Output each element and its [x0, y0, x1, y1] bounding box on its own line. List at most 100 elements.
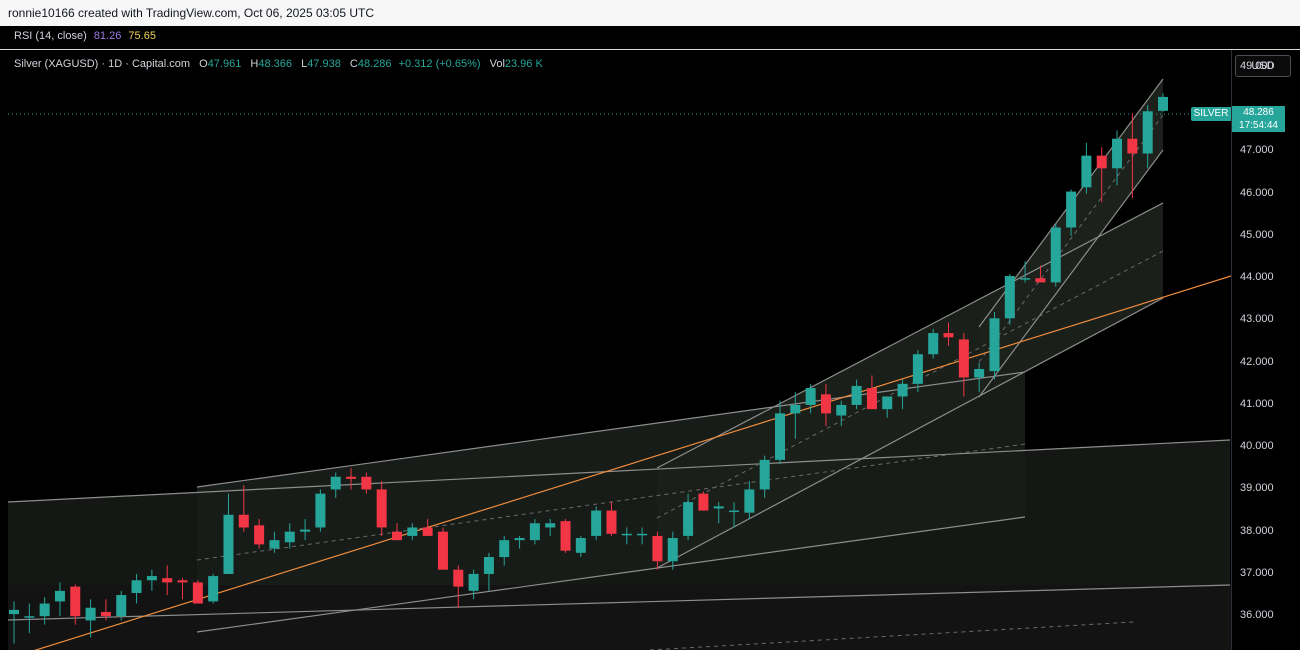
rsi-value: 81.26 — [93, 30, 122, 42]
candle-body — [529, 523, 540, 541]
candle-body — [575, 538, 586, 553]
volume-value: 23.96 K — [504, 58, 543, 70]
candle-body — [330, 476, 341, 490]
candle — [208, 573, 219, 604]
candle-body — [545, 523, 556, 528]
rsi-ma-value: 75.65 — [128, 30, 156, 42]
change-value: +0.312 (+0.65%) — [398, 58, 481, 70]
candle-body — [928, 333, 939, 355]
candle-body — [759, 459, 770, 490]
lower-band-fill — [8, 585, 1231, 650]
candle-body — [744, 489, 755, 513]
candle-body — [1066, 191, 1077, 228]
price-tick-label: 36.000 — [1240, 609, 1274, 622]
candle-body — [131, 580, 142, 593]
candle-body — [346, 476, 357, 479]
candle-body — [146, 576, 157, 581]
attribution-bar: ronnie10166 created with TradingView.com… — [0, 0, 1300, 26]
rsi-indicator-legend[interactable]: RSI (14, close) 81.26 75.65 — [14, 26, 156, 46]
candle-body — [376, 489, 387, 528]
price-tick-label: 37.000 — [1240, 566, 1274, 579]
last-price-label: 48.286 17:54:44 — [1232, 106, 1285, 132]
candle-body — [958, 339, 969, 378]
candle-body — [667, 538, 678, 562]
candle — [698, 491, 709, 511]
candle-body — [851, 385, 862, 405]
candle-body — [1050, 227, 1061, 283]
candle-body — [208, 576, 219, 602]
candle-body — [683, 502, 694, 536]
candle-body — [713, 506, 724, 509]
last-price-value: 48.286 — [1243, 107, 1274, 118]
candle-body — [729, 510, 740, 513]
candle-body — [1035, 278, 1046, 283]
candle-body — [162, 578, 173, 583]
candle-body — [606, 510, 617, 534]
candle — [1004, 273, 1015, 325]
candle — [1081, 142, 1092, 194]
price-tick-label: 39.000 — [1240, 482, 1274, 495]
candle — [1050, 223, 1061, 287]
candle — [192, 580, 203, 604]
price-tick-label: 45.000 — [1240, 228, 1274, 241]
candle-body — [836, 404, 847, 416]
candle-body — [1081, 155, 1092, 188]
candle-body — [621, 533, 632, 536]
candle-body — [177, 580, 188, 583]
candle-body — [300, 529, 311, 532]
candle-body — [974, 369, 985, 378]
price-tick-label: 41.000 — [1240, 397, 1274, 410]
price-chart[interactable] — [0, 50, 1231, 650]
candle-body — [866, 388, 877, 410]
low-value: 47.938 — [307, 58, 341, 70]
candle-body — [9, 609, 19, 615]
close-value: 48.286 — [357, 58, 392, 70]
price-tick-label: 47.000 — [1240, 144, 1274, 157]
candle-body — [805, 388, 816, 405]
candle — [560, 519, 571, 553]
bar-countdown: 17:54:44 — [1239, 120, 1278, 131]
candle-body — [1020, 278, 1031, 280]
candle-body — [254, 525, 265, 545]
candle-body — [100, 611, 111, 617]
candle-body — [1096, 155, 1107, 169]
candle — [591, 506, 602, 541]
price-axis-border — [1231, 50, 1232, 650]
candle-body — [820, 394, 831, 414]
candle-body — [989, 318, 1000, 372]
open-value: 47.961 — [207, 58, 242, 70]
candle-body — [637, 533, 648, 536]
candle-body — [514, 538, 525, 541]
candle-body — [1112, 138, 1123, 169]
channel-fills — [8, 79, 1231, 650]
symbol-legend[interactable]: Silver (XAGUSD) · 1D · Capital.com O47.9… — [14, 58, 543, 70]
candle-body — [591, 510, 602, 536]
candle-body — [238, 514, 249, 528]
candle-body — [116, 595, 127, 617]
price-tick-label: 40.000 — [1240, 440, 1274, 453]
volume-key: Vol — [489, 58, 505, 70]
candle-body — [790, 404, 801, 414]
candle-body — [912, 354, 923, 384]
candle-body — [315, 493, 326, 528]
candle-body — [897, 383, 908, 397]
candle-body — [24, 616, 35, 618]
candle-body — [652, 535, 663, 562]
rsi-indicator-row: RSI (14, close) 81.26 75.65 — [0, 26, 1300, 48]
candle-body — [54, 590, 65, 602]
candle-body — [39, 603, 50, 617]
close-key: C — [349, 58, 358, 70]
candle-body — [1004, 276, 1015, 319]
candle-body — [882, 396, 893, 410]
candle — [116, 590, 127, 621]
candle-body — [499, 540, 510, 558]
candle-body — [192, 582, 203, 604]
candle — [315, 489, 326, 532]
candle-body — [284, 531, 295, 543]
price-tick-label: 38.000 — [1240, 524, 1274, 537]
rsi-label: RSI (14, close) — [14, 30, 87, 42]
price-tick-label: 43.000 — [1240, 313, 1274, 326]
symbol-price-tag: SILVER — [1191, 107, 1231, 121]
candle-body — [1158, 96, 1168, 111]
candle-body — [698, 493, 709, 511]
